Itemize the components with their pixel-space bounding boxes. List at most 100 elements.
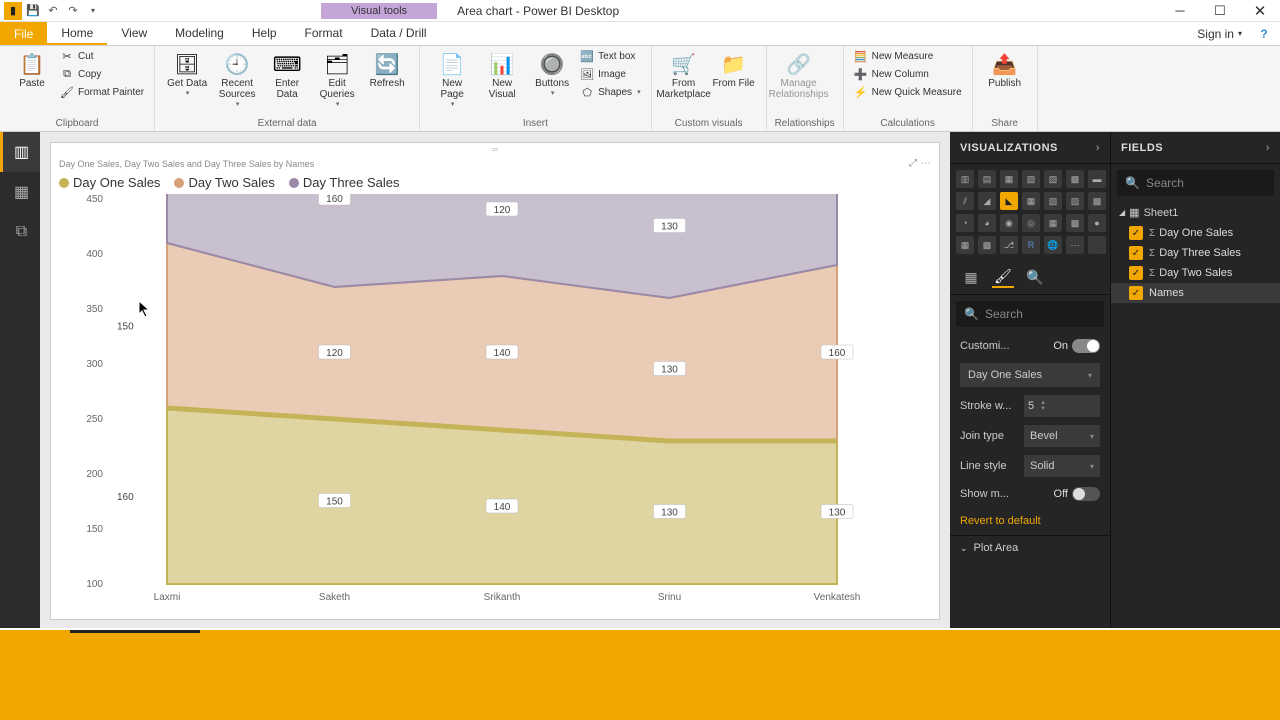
tab-file[interactable]: File	[0, 22, 47, 45]
viz-type-icon[interactable]: ▩	[1066, 214, 1084, 232]
tab-help[interactable]: Help	[238, 22, 291, 45]
viz-type-icon[interactable]	[1088, 236, 1106, 254]
checkbox-checked-icon[interactable]: ✓	[1129, 266, 1143, 280]
tab-modeling[interactable]: Modeling	[161, 22, 238, 45]
cut-button[interactable]: ✂Cut	[58, 48, 146, 64]
shapes-button[interactable]: ⬠Shapes	[578, 84, 642, 100]
viz-type-icon[interactable]: ▩	[978, 236, 996, 254]
field-row[interactable]: ✓ΣDay Two Sales	[1111, 263, 1280, 283]
viz-type-icon[interactable]: ◢	[978, 192, 996, 210]
undo-icon[interactable]: ↶	[44, 2, 62, 20]
get-data-button[interactable]: 🗄Get Data	[163, 48, 211, 99]
stroke-width-input[interactable]: 5▲▼	[1024, 395, 1100, 417]
enter-data-button[interactable]: ⌨Enter Data	[263, 48, 311, 102]
rail-report-icon[interactable]: ▥	[0, 132, 40, 172]
viz-type-icon[interactable]: ▦	[1022, 192, 1040, 210]
viz-type-icon[interactable]: ▬	[1088, 170, 1106, 188]
new-page-button[interactable]: 📄New Page	[428, 48, 476, 110]
analytics-subtab-icon[interactable]: 🔍	[1024, 266, 1046, 288]
viz-type-icon[interactable]: ▦	[956, 236, 974, 254]
viz-type-r-icon[interactable]: R	[1022, 236, 1040, 254]
redo-icon[interactable]: ↷	[64, 2, 82, 20]
minimize-icon[interactable]: ─	[1160, 0, 1200, 22]
tab-datadrill[interactable]: Data / Drill	[357, 22, 441, 45]
viz-type-icon[interactable]: ▤	[978, 170, 996, 188]
viz-type-icon[interactable]: ▦	[1044, 214, 1062, 232]
viz-type-icon[interactable]: ▦	[1000, 170, 1018, 188]
tab-view[interactable]: View	[107, 22, 161, 45]
checkbox-checked-icon[interactable]: ✓	[1129, 286, 1143, 300]
field-row[interactable]: ✓Names	[1111, 283, 1280, 303]
save-icon[interactable]: 💾	[24, 2, 42, 20]
join-type-select[interactable]: Bevel▾	[1024, 425, 1100, 447]
svg-text:130: 130	[661, 365, 678, 376]
show-marker-toggle[interactable]	[1072, 487, 1100, 501]
customize-toggle[interactable]	[1072, 339, 1100, 353]
rail-model-icon[interactable]: ⧉	[0, 212, 40, 252]
viz-type-icon[interactable]: ◔	[956, 214, 974, 232]
drag-handle-icon[interactable]: ═	[51, 143, 939, 156]
tab-home[interactable]: Home	[47, 22, 107, 45]
recent-sources-button[interactable]: 🕘Recent Sources	[213, 48, 261, 110]
viz-type-icon[interactable]: ◕	[978, 214, 996, 232]
paste-button[interactable]: 📋Paste	[8, 48, 56, 91]
plot-area-section[interactable]: ⌄Plot Area	[950, 535, 1110, 560]
series-select[interactable]: Day One Sales▾	[960, 363, 1100, 387]
publish-button[interactable]: 📤Publish	[981, 48, 1029, 91]
viz-type-icon[interactable]: ◉	[1000, 214, 1018, 232]
format-painter-button[interactable]: 🖌Format Painter	[58, 84, 146, 100]
viz-type-area-chart-icon[interactable]: ◣	[1000, 192, 1018, 210]
viz-type-icon[interactable]: ◎	[1022, 214, 1040, 232]
more-icon[interactable]: ⋯	[921, 158, 931, 169]
tab-format[interactable]: Format	[291, 22, 357, 45]
visual-frame[interactable]: ═ Day One Sales, Day Two Sales and Day T…	[50, 142, 940, 620]
focus-mode-icon[interactable]: ⤢	[909, 158, 917, 169]
maximize-icon[interactable]: ☐	[1200, 0, 1240, 22]
new-measure-button[interactable]: 🧮New Measure	[852, 48, 964, 64]
viz-type-icon[interactable]: ▧	[1044, 192, 1062, 210]
field-row[interactable]: ✓ΣDay One Sales	[1111, 223, 1280, 243]
fields-header[interactable]: FIELDS›	[1111, 132, 1280, 164]
help-icon[interactable]: ?	[1254, 22, 1274, 45]
viz-type-icon[interactable]: ▨	[1066, 192, 1084, 210]
viz-type-icon[interactable]: ●	[1088, 214, 1106, 232]
viz-search[interactable]: 🔍Search	[956, 301, 1104, 327]
new-visual-button[interactable]: 📊New Visual	[478, 48, 526, 102]
copy-button[interactable]: ⧉Copy	[58, 66, 146, 82]
visualizations-header[interactable]: VISUALIZATIONS›	[950, 132, 1110, 164]
rail-data-icon[interactable]: ▦	[0, 172, 40, 212]
textbox-button[interactable]: 🔤Text box	[578, 48, 642, 64]
viz-type-icon[interactable]: ⎇	[1000, 236, 1018, 254]
viz-type-icon[interactable]: ▩	[1088, 192, 1106, 210]
new-quick-measure-button[interactable]: ⚡New Quick Measure	[852, 84, 964, 100]
fields-table-head[interactable]: ◢▦Sheet1	[1111, 202, 1280, 223]
field-row[interactable]: ✓ΣDay Three Sales	[1111, 243, 1280, 263]
refresh-button[interactable]: 🔄Refresh	[363, 48, 411, 91]
qat-dropdown-icon[interactable]: ▾	[84, 2, 102, 20]
fields-search[interactable]: 🔍Search	[1117, 170, 1274, 196]
edit-queries-button[interactable]: 🗂Edit Queries	[313, 48, 361, 110]
viz-type-icon[interactable]: ▧	[1022, 170, 1040, 188]
viz-type-icon[interactable]: ▨	[1044, 170, 1062, 188]
image-button[interactable]: 🖼Image	[578, 66, 642, 82]
window-title: Area chart - Power BI Desktop	[457, 4, 619, 18]
from-marketplace-button[interactable]: 🛒From Marketplace	[660, 48, 708, 102]
new-column-button[interactable]: ➕New Column	[852, 66, 964, 82]
report-canvas[interactable]: ═ Day One Sales, Day Two Sales and Day T…	[40, 132, 950, 628]
viz-type-icon[interactable]: ▩	[1066, 170, 1084, 188]
stepper-icon[interactable]: ▲▼	[1040, 400, 1046, 412]
fields-subtab-icon[interactable]: ▦	[960, 266, 982, 288]
revert-default-link[interactable]: Revert to default	[950, 507, 1110, 535]
viz-type-icon[interactable]: ⋯	[1066, 236, 1084, 254]
viz-type-icon[interactable]: ▥	[956, 170, 974, 188]
format-subtab-icon[interactable]: 🖌	[992, 266, 1014, 288]
viz-type-icon[interactable]: ⫽	[956, 192, 974, 210]
from-file-button[interactable]: 📁From File	[710, 48, 758, 91]
buttons-button[interactable]: 🔘Buttons	[528, 48, 576, 99]
viz-type-globe-icon[interactable]: 🌐	[1044, 236, 1062, 254]
checkbox-checked-icon[interactable]: ✓	[1129, 226, 1143, 240]
line-style-select[interactable]: Solid▾	[1024, 455, 1100, 477]
close-icon[interactable]: ✕	[1240, 0, 1280, 22]
checkbox-checked-icon[interactable]: ✓	[1129, 246, 1143, 260]
signin-button[interactable]: Sign in▾	[1185, 22, 1254, 45]
